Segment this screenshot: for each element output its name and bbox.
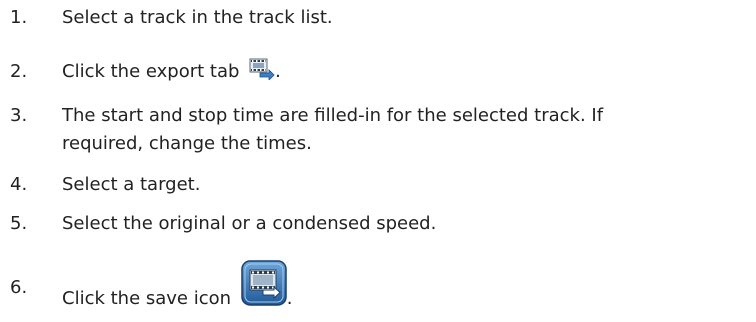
step-trailing: . bbox=[286, 288, 293, 309]
step-number: 1. bbox=[10, 7, 28, 28]
step-trailing: . bbox=[275, 61, 281, 82]
step-text-wrap: Click the export tab . bbox=[62, 58, 281, 84]
step-text: Click the save icon bbox=[62, 288, 232, 309]
step-text: Select a target. bbox=[62, 174, 201, 195]
step-number: 6. bbox=[10, 277, 28, 298]
save-icon bbox=[241, 260, 287, 306]
step-text: Click the export tab bbox=[62, 61, 240, 82]
step-text: Select the original or a condensed speed… bbox=[62, 213, 437, 234]
step-number: 2. bbox=[10, 61, 28, 82]
step-number: 3. bbox=[10, 105, 28, 126]
step-text-line2: required, change the times. bbox=[62, 133, 312, 154]
export-tab-icon bbox=[249, 58, 275, 81]
instruction-steps: 1. Select a track in the track list. 2. … bbox=[0, 0, 756, 309]
step-number: 5. bbox=[10, 213, 28, 234]
step-text: The start and stop time are filled-in fo… bbox=[62, 105, 604, 126]
step-text: Select a track in the track list. bbox=[62, 7, 333, 28]
step-number: 4. bbox=[10, 174, 28, 195]
step-text-wrap: Click the save icon . bbox=[62, 260, 293, 322]
